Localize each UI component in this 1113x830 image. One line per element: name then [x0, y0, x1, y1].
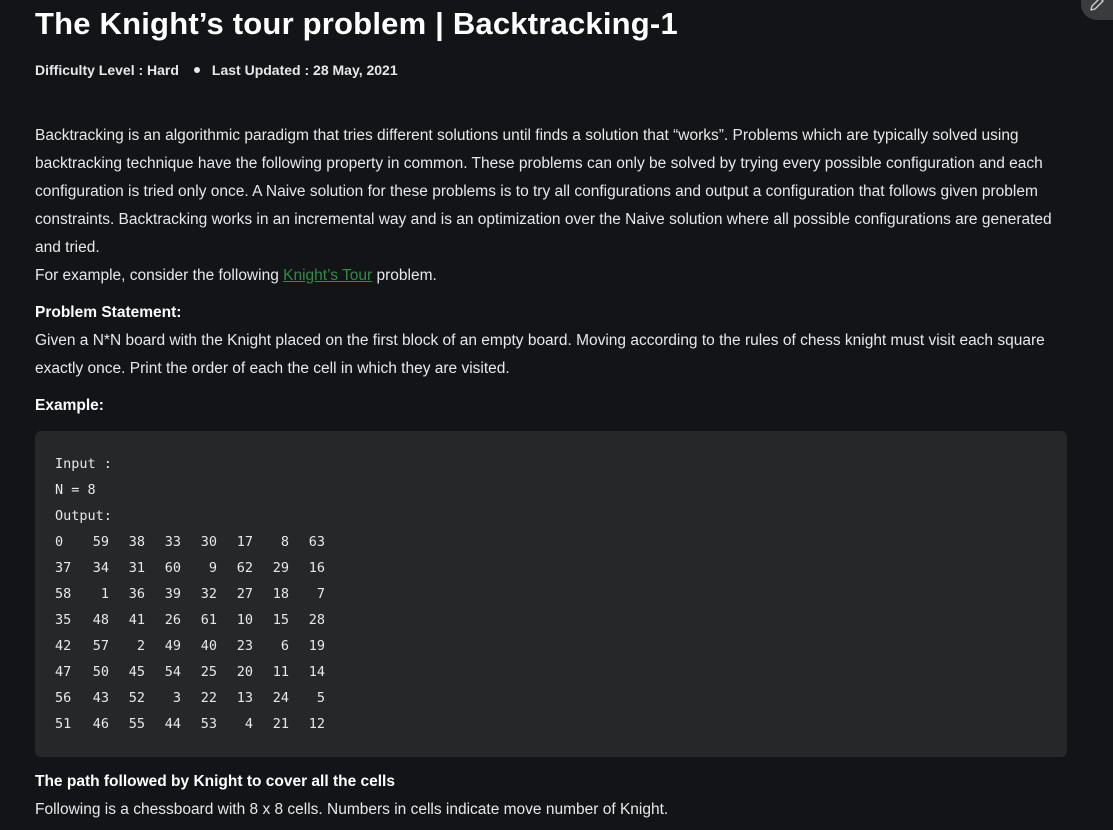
board-cell: 16: [308, 560, 325, 576]
board-cell: 43: [92, 690, 109, 706]
board-cell: 42: [55, 638, 72, 654]
article-title: The Knight’s tour problem | Backtracking…: [35, 6, 678, 41]
board-cell: 24: [272, 690, 289, 706]
board-cell: 51: [55, 716, 72, 732]
board-cell: 48: [92, 612, 109, 628]
board-cell: 8: [280, 534, 289, 550]
board-cell: 28: [308, 612, 325, 628]
board-cell: 7: [316, 586, 325, 602]
board-cell: 34: [92, 560, 109, 576]
article-page: The Knight’s tour problem | Backtracking…: [0, 0, 1113, 830]
board-cell: 50: [92, 664, 109, 680]
board-cell: 31: [128, 560, 145, 576]
board-cell: 9: [208, 560, 217, 576]
board-row: 58 1 36 39 32 27 18 7: [55, 581, 1047, 607]
n-line: N = 8: [55, 482, 96, 498]
path-text: Following is a chessboard with 8 x 8 cel…: [35, 801, 669, 818]
board-cell: 11: [272, 664, 289, 680]
board-row: 56 43 52 3 22 13 24 5: [55, 685, 1047, 711]
board-cell: 10: [236, 612, 253, 628]
board-row: 0 59 38 33 30 17 8 63: [55, 529, 1047, 555]
board-cell: 61: [200, 612, 217, 628]
board-cell: 5: [316, 690, 325, 706]
board-cell: 17: [236, 534, 253, 550]
board-cell: 29: [272, 560, 289, 576]
board-cell: 60: [164, 560, 181, 576]
board-cell: 56: [55, 690, 72, 706]
path-heading: The path followed by Knight to cover all…: [35, 773, 395, 790]
board-cell: 25: [200, 664, 217, 680]
output-label: Output:: [55, 508, 112, 524]
article-meta: Difficulty Level : Hard Last Updated : 2…: [35, 62, 398, 78]
board-cell: 58: [55, 586, 72, 602]
code-block[interactable]: Input :N = 8 Output: 0 59 38 33 30 17 8 63 37 34 31 6…: [35, 431, 1067, 757]
input-label: Input :: [55, 456, 112, 472]
board-cell: 1: [100, 586, 109, 602]
board-cell: 2: [136, 638, 145, 654]
board-cell: 41: [128, 612, 145, 628]
board-cell: 32: [200, 586, 217, 602]
edit-button[interactable]: [1081, 0, 1113, 20]
board-row: 51 46 55 44 53 4 21 12: [55, 711, 1047, 737]
board-cell: 44: [164, 716, 181, 732]
board-cell: 14: [308, 664, 325, 680]
path-section: The path followed by Knight to cover all…: [35, 768, 1075, 824]
board-cell: 46: [92, 716, 109, 732]
board-cell: 30: [200, 534, 217, 550]
knights-tour-link[interactable]: Knight’s Tour: [283, 267, 372, 284]
code-text: Input :N = 8 Output: 0 59 38 33 30 17 8 63 37 34 31 6…: [55, 451, 1047, 737]
intro-paragraph: Backtracking is an algorithmic paradigm …: [35, 127, 1052, 256]
separator-dot: [193, 67, 200, 73]
board-cell: 47: [55, 664, 72, 680]
board-row: 47 50 45 54 25 20 11 14: [55, 659, 1047, 685]
board-cell: 23: [236, 638, 253, 654]
board-row: 35 48 41 26 61 10 15 28: [55, 607, 1047, 633]
board-cell: 52: [128, 690, 145, 706]
board-row: 42 57 2 49 40 23 6 19: [55, 633, 1047, 659]
board-cell: 20: [236, 664, 253, 680]
last-updated: Last Updated : 28 May, 2021: [211, 62, 398, 78]
board-cell: 45: [128, 664, 145, 680]
board-cell: 38: [128, 534, 145, 550]
problem-statement-text: Given a N*N board with the Knight placed…: [35, 332, 1045, 377]
example-sentence: For example, consider the following Knig…: [35, 262, 1075, 290]
board-cell: 37: [55, 560, 72, 576]
board-cell: 27: [236, 586, 253, 602]
board-row: 37 34 31 60 9 62 29 16: [55, 555, 1047, 581]
board-cell: 59: [92, 534, 109, 550]
board-cell: 18: [272, 586, 289, 602]
difficulty-level[interactable]: Difficulty Level : Hard: [35, 62, 179, 78]
board-cell: 13: [236, 690, 253, 706]
board-cell: 39: [164, 586, 181, 602]
example-heading: Example:: [35, 397, 104, 414]
board-cell: 6: [280, 638, 289, 654]
board-cell: 22: [200, 690, 217, 706]
board-cell: 62: [236, 560, 253, 576]
example-prefix: For example, consider the following: [35, 267, 284, 284]
board-cell: 54: [164, 664, 181, 680]
board-cell: 63: [308, 534, 325, 550]
board-cell: 53: [200, 716, 217, 732]
pencil-icon: [1089, 0, 1105, 17]
board-cell: 19: [308, 638, 325, 654]
board-cell: 55: [128, 716, 145, 732]
board-cell: 4: [244, 716, 253, 732]
example-suffix: problem.: [372, 267, 437, 284]
board-cell: 26: [164, 612, 181, 628]
board-cell: 15: [272, 612, 289, 628]
article-content: Backtracking is an algorithmic paradigm …: [35, 122, 1075, 420]
board-cell: 3: [172, 690, 181, 706]
board-cell: 33: [164, 534, 181, 550]
knight-board-output: 0 59 38 33 30 17 8 63 37 34 31 60 9 62 29 16 58 1 36 39 32 27…: [55, 529, 1047, 737]
board-cell: 21: [272, 716, 289, 732]
board-cell: 40: [200, 638, 217, 654]
board-cell: 12: [308, 716, 325, 732]
board-cell: 57: [92, 638, 109, 654]
board-cell: 35: [55, 612, 72, 628]
board-cell: 49: [164, 638, 181, 654]
problem-statement-heading: Problem Statement:: [35, 304, 182, 321]
board-cell: 0: [55, 534, 64, 550]
board-cell: 36: [128, 586, 145, 602]
